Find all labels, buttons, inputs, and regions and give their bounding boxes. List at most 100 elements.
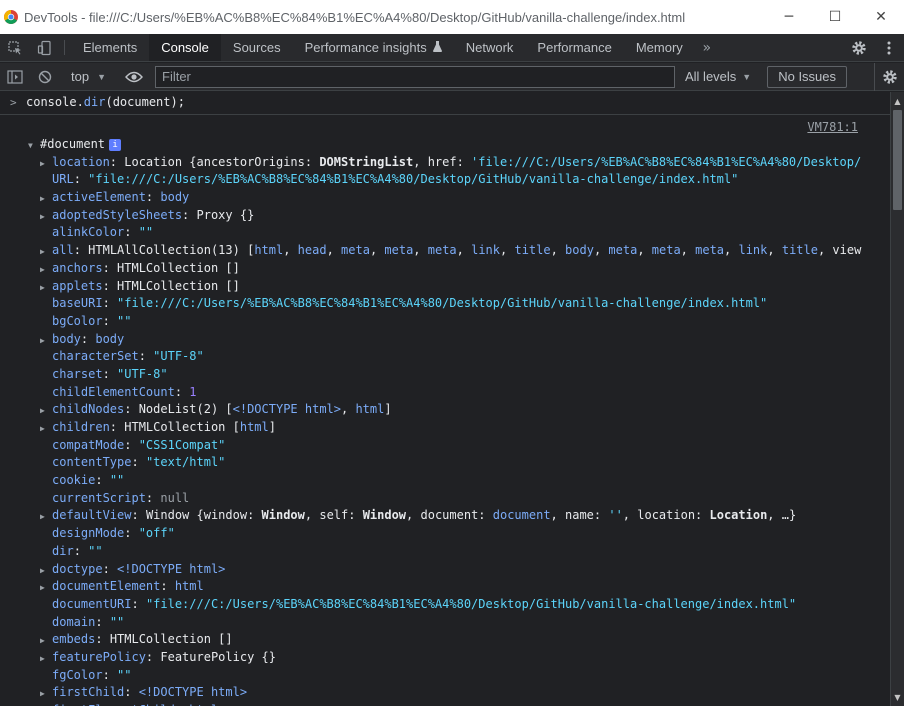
property-row: contentType: "text/html" — [52, 455, 226, 470]
property-row[interactable]: ▶ children: HTMLCollection [html] — [0, 419, 890, 437]
property-value: , — [283, 243, 298, 258]
object-root-row[interactable]: ▼ #document i — [0, 136, 890, 154]
expand-triangle-icon[interactable]: ▶ — [40, 562, 52, 579]
clear-console-icon[interactable] — [30, 63, 60, 91]
property-value: Window — [261, 508, 305, 523]
property-row[interactable]: ▶ defaultView: Window {window: Window, se… — [0, 507, 890, 525]
source-link[interactable]: VM781:1 — [0, 119, 890, 136]
property-key: defaultView — [52, 508, 132, 523]
expand-triangle-icon[interactable]: ▶ — [40, 420, 52, 437]
expand-triangle-icon[interactable]: ▶ — [40, 579, 52, 596]
property-value: "" — [138, 225, 154, 240]
window-title-bar: DevTools - file:///C:/Users/%EB%AC%B8%EC… — [0, 0, 904, 34]
console-command: console.dir(document); — [26, 95, 185, 110]
property-value: HTMLCollection [] — [117, 260, 240, 275]
property-value: , — [817, 243, 833, 258]
settings-gear-icon[interactable] — [844, 34, 874, 61]
tab-performance-insights[interactable]: Performance insights — [293, 34, 454, 61]
property-value: meta — [427, 243, 457, 258]
tab-performance[interactable]: Performance — [525, 34, 623, 61]
tab-performance-insights-label: Performance insights — [304, 40, 427, 55]
scroll-down-arrow-icon[interactable]: ▼ — [891, 690, 904, 704]
property-key: cookie — [52, 473, 96, 488]
property-value: body — [565, 243, 594, 258]
expand-triangle-icon[interactable]: ▶ — [40, 243, 52, 260]
property-key: firstChild — [52, 685, 125, 700]
property-row[interactable]: ▶ applets: HTMLCollection [] — [0, 278, 890, 296]
property-row[interactable]: ▶firstElementChild: html — [0, 702, 890, 706]
property-value: <!DOCTYPE html> — [117, 561, 226, 576]
expand-triangle-icon[interactable]: ▶ — [40, 685, 52, 702]
property-value: html — [254, 243, 284, 258]
property-row[interactable]: ▶ firstChild: <!DOCTYPE html> — [0, 684, 890, 702]
property-row[interactable]: ▶ adoptedStyleSheets: Proxy {} — [0, 207, 890, 225]
property-value: meta — [384, 243, 414, 258]
expand-triangle-icon[interactable]: ▶ — [40, 208, 52, 225]
property-row[interactable]: ▶ location: Location {ancestorOrigins: DO… — [0, 154, 890, 172]
tab-console[interactable]: Console — [149, 34, 221, 61]
property-row[interactable]: ▶ documentElement: html — [0, 578, 890, 596]
property-value: , — [550, 243, 566, 258]
info-icon[interactable]: i — [109, 138, 122, 151]
property-row[interactable]: ▶ body: body — [0, 331, 890, 349]
property-row: characterSet: "UTF-8" — [52, 349, 204, 364]
tab-memory[interactable]: Memory — [624, 34, 695, 61]
property-value: , document: — [406, 508, 493, 523]
close-button[interactable]: ✕ — [858, 0, 904, 34]
property-value: , — [500, 243, 515, 258]
property-key: children — [52, 420, 110, 434]
more-tabs-icon[interactable]: » — [695, 34, 719, 61]
property-value: '' — [608, 508, 623, 523]
device-toolbar-icon[interactable] — [30, 34, 60, 61]
property-row[interactable]: ▶ childNodes: NodeList(2) [<!DOCTYPE html… — [0, 401, 890, 419]
tab-network[interactable]: Network — [454, 34, 526, 61]
expand-triangle-icon[interactable]: ▶ — [40, 508, 52, 525]
expand-triangle-icon[interactable]: ▶ — [40, 279, 52, 296]
log-levels-dropdown[interactable]: All levels ▼ — [685, 69, 751, 84]
expand-triangle-icon[interactable]: ▶ — [40, 650, 52, 667]
context-selector[interactable]: top ▼ — [65, 69, 114, 84]
property-row: documentURI: "file:///C:/Users/%EB%AC%B8… — [52, 596, 797, 611]
show-sidebar-icon[interactable] — [0, 63, 30, 91]
property-row[interactable]: ▶ anchors: HTMLCollection [] — [0, 260, 890, 278]
property-value: "text/html" — [145, 455, 226, 470]
property-row[interactable]: ▶ doctype: <!DOCTYPE html> — [0, 561, 890, 579]
property-row[interactable]: ▶ embeds: HTMLCollection [] — [0, 631, 890, 649]
expand-triangle-icon[interactable]: ▶ — [40, 402, 52, 419]
property-value: view — [832, 243, 862, 258]
filter-input[interactable] — [155, 65, 675, 88]
expanded-triangle-icon[interactable]: ▼ — [28, 137, 40, 154]
expand-triangle-icon[interactable]: ▶ — [40, 632, 52, 649]
minimize-button[interactable]: ─ — [766, 0, 812, 34]
console-output[interactable]: > console.dir(document); VM781:1 ▼ #docum… — [0, 92, 890, 706]
property-value: "off" — [138, 526, 175, 541]
tab-sources[interactable]: Sources — [221, 34, 293, 61]
property-row[interactable]: ▶ all: HTMLAllCollection(13) [html, head,… — [0, 242, 890, 260]
property-key: doctype — [52, 561, 103, 576]
scroll-up-arrow-icon[interactable]: ▲ — [891, 94, 904, 108]
prompt-chevron-icon: > — [10, 96, 17, 110]
tab-elements[interactable]: Elements — [71, 34, 149, 61]
property-value: , — [680, 243, 696, 258]
expand-triangle-icon[interactable]: ▶ — [40, 332, 52, 349]
expand-triangle-icon[interactable]: ▶ — [40, 155, 52, 172]
property-value: , href: — [413, 154, 472, 169]
more-options-icon[interactable] — [874, 34, 904, 61]
console-settings-gear-icon[interactable] — [874, 63, 904, 91]
inspect-element-icon[interactable] — [0, 34, 30, 61]
live-expression-eye-icon[interactable] — [119, 63, 149, 91]
expand-triangle-icon[interactable]: ▶ — [40, 190, 52, 207]
property-value: , name: — [550, 508, 609, 523]
property-row: designMode: "off" — [52, 526, 175, 541]
console-scrollbar[interactable]: ▲ ▼ — [890, 92, 904, 706]
expand-triangle-icon[interactable]: ▶ — [40, 261, 52, 278]
scroll-thumb[interactable] — [893, 110, 902, 210]
property-row: domain: "" — [52, 614, 125, 629]
property-row[interactable]: ▶ activeElement: body — [0, 189, 890, 207]
issues-button[interactable]: No Issues — [767, 65, 848, 88]
maximize-button[interactable]: ☐ — [812, 0, 858, 34]
property-key: contentType — [52, 455, 132, 470]
property-row[interactable]: ▶ featurePolicy: FeaturePolicy {} — [0, 649, 890, 667]
property-value: meta — [695, 243, 725, 258]
context-label: top — [71, 69, 90, 84]
